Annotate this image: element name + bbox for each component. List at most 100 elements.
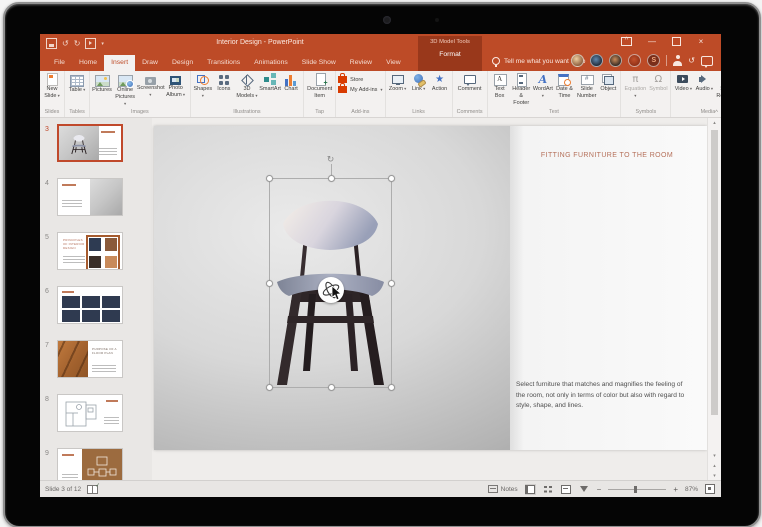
thumbnail-slide-6[interactable] xyxy=(57,286,123,324)
close-icon[interactable]: × xyxy=(695,37,707,46)
slide-number-button[interactable]: Slide Number xyxy=(576,72,597,100)
pictures-button[interactable]: Pictures xyxy=(92,72,112,94)
ribbon-display-options-icon[interactable]: ^ xyxy=(621,37,632,46)
thumbnail-slide-7[interactable]: PURPOSE OF A FLOOR PLAN xyxy=(57,340,123,378)
redo-icon[interactable]: ↻ xyxy=(74,39,81,48)
resize-handle[interactable] xyxy=(388,384,395,391)
tab-slide-show[interactable]: Slide Show xyxy=(295,55,343,71)
tab-draw[interactable]: Draw xyxy=(135,55,165,71)
comment-button[interactable]: Comment xyxy=(457,72,483,93)
share-icon[interactable] xyxy=(673,55,682,66)
resize-handle[interactable] xyxy=(328,175,335,182)
slide-show-button[interactable] xyxy=(579,484,590,495)
thumbnail-slide-8[interactable] xyxy=(57,394,123,432)
comments-icon[interactable] xyxy=(701,56,713,66)
zoom-slider[interactable] xyxy=(608,489,666,490)
scroll-up-icon[interactable]: ▴ xyxy=(708,120,721,126)
undo-icon[interactable]: ↺ xyxy=(62,39,69,48)
tab-format[interactable]: Format xyxy=(418,45,482,58)
resize-handle[interactable] xyxy=(328,384,335,391)
tab-review[interactable]: Review xyxy=(343,55,379,71)
text-box-button[interactable]: Text Box xyxy=(490,72,510,100)
my-add-ins-button[interactable]: My Add-ins xyxy=(338,86,382,93)
normal-view-button[interactable] xyxy=(525,484,536,495)
tab-view[interactable]: View xyxy=(379,55,408,71)
object-button[interactable]: Object xyxy=(598,72,618,93)
rotation-handle-icon[interactable]: ↻ xyxy=(326,154,336,164)
thumbnail-slide-9[interactable] xyxy=(57,448,123,481)
video-button[interactable]: Video xyxy=(673,72,693,93)
smartart-button[interactable]: SmartArt xyxy=(260,72,280,93)
3d-model-selection[interactable]: ↻ xyxy=(269,178,392,388)
resize-handle[interactable] xyxy=(388,280,395,287)
wordart-button[interactable]: WordArt xyxy=(533,72,553,100)
collapse-ribbon-icon[interactable]: ^ xyxy=(715,110,718,116)
date-time-button[interactable]: Date & Time xyxy=(554,72,575,100)
reading-view-button[interactable] xyxy=(561,484,572,495)
scroll-down-icon[interactable]: ▾ xyxy=(708,453,721,459)
chart-button[interactable]: Chart xyxy=(281,72,301,93)
zoom-button[interactable]: Zoom xyxy=(388,72,408,93)
equation-button: Equation xyxy=(623,72,647,100)
history-icon[interactable]: ↺ xyxy=(688,54,695,67)
slide-title[interactable]: FITTING FURNITURE TO THE ROOM xyxy=(514,152,700,159)
coauthor-avatar-badge[interactable]: S xyxy=(647,54,660,67)
save-icon[interactable] xyxy=(46,38,57,49)
resize-handle[interactable] xyxy=(266,384,273,391)
screen-recording-button[interactable]: Screen Recording xyxy=(715,72,721,100)
previous-slide-icon[interactable]: ▴ xyxy=(708,463,721,469)
tab-home[interactable]: Home xyxy=(72,55,104,71)
minimize-icon[interactable]: — xyxy=(646,37,658,46)
coauthor-avatar[interactable] xyxy=(571,54,584,67)
scrollbar-thumb[interactable] xyxy=(711,130,718,415)
slide-editing-area[interactable]: FITTING FURNITURE TO THE ROOM Select fur… xyxy=(152,118,721,481)
store-button[interactable]: Store xyxy=(338,76,382,83)
online-pictures-button[interactable]: Online Pictures xyxy=(113,72,137,108)
header-footer-button[interactable]: Header & Footer xyxy=(511,72,532,107)
link-button[interactable]: Link xyxy=(409,72,429,93)
action-button[interactable]: Action xyxy=(430,72,450,93)
resize-handle[interactable] xyxy=(266,175,273,182)
resize-handle[interactable] xyxy=(266,280,273,287)
zoom-in-button[interactable]: + xyxy=(673,485,678,494)
qat-customize-caret-icon[interactable]: ▾ xyxy=(101,41,104,47)
zoom-out-button[interactable]: − xyxy=(597,485,602,494)
new-slide-icon xyxy=(45,73,59,86)
tab-transitions[interactable]: Transitions xyxy=(200,55,247,71)
thumbnail-slide-3[interactable] xyxy=(57,124,123,162)
coauthor-avatar[interactable] xyxy=(628,54,641,67)
shapes-button[interactable]: Shapes xyxy=(193,72,213,100)
table-button[interactable]: Table xyxy=(67,72,87,94)
spell-check-icon[interactable] xyxy=(87,485,98,494)
tab-animations[interactable]: Animations xyxy=(247,55,295,71)
store-icon xyxy=(338,76,347,83)
document-item-button[interactable]: Document Item xyxy=(306,72,333,100)
icons-button[interactable]: Icons xyxy=(214,72,234,93)
slide-body-text[interactable]: Select furniture that matches and magnif… xyxy=(516,380,692,412)
3d-rotate-control[interactable] xyxy=(318,277,344,303)
new-slide-button[interactable]: New Slide xyxy=(42,72,62,100)
next-slide-icon[interactable]: ▾ xyxy=(708,473,721,479)
start-presentation-icon[interactable] xyxy=(85,38,96,49)
thumbnail-slide-5[interactable]: PRINCIPLES OF INTERIOR DESIGN xyxy=(57,232,123,270)
vertical-scrollbar[interactable]: ▴ ▾ ▴ ▾ xyxy=(707,118,721,481)
current-slide-canvas[interactable]: FITTING FURNITURE TO THE ROOM Select fur… xyxy=(154,126,707,450)
tab-design[interactable]: Design xyxy=(165,55,200,71)
photo-album-button[interactable]: Photo Album xyxy=(164,72,188,99)
coauthor-avatar[interactable] xyxy=(609,54,622,67)
audio-button[interactable]: Audio xyxy=(694,72,714,93)
zoom-slider-thumb[interactable] xyxy=(634,486,637,493)
screenshot-button[interactable]: Screenshot xyxy=(138,72,162,99)
3d-models-button[interactable]: 3D Models xyxy=(235,72,259,100)
thumbnail-slide-4[interactable] xyxy=(57,178,123,216)
notes-button[interactable]: Notes xyxy=(488,485,518,493)
resize-handle[interactable] xyxy=(388,175,395,182)
zoom-level[interactable]: 87% xyxy=(685,486,698,493)
slide-sorter-view-button[interactable] xyxy=(543,484,554,495)
tab-file[interactable]: File xyxy=(47,55,72,71)
restore-icon[interactable] xyxy=(672,37,681,46)
tab-insert[interactable]: Insert xyxy=(104,55,135,71)
slide-thumbnail-panel[interactable]: 3 4 5 PRINCIPLES xyxy=(40,118,153,481)
fit-slide-to-window-icon[interactable] xyxy=(705,484,715,494)
coauthor-avatar[interactable] xyxy=(590,54,603,67)
